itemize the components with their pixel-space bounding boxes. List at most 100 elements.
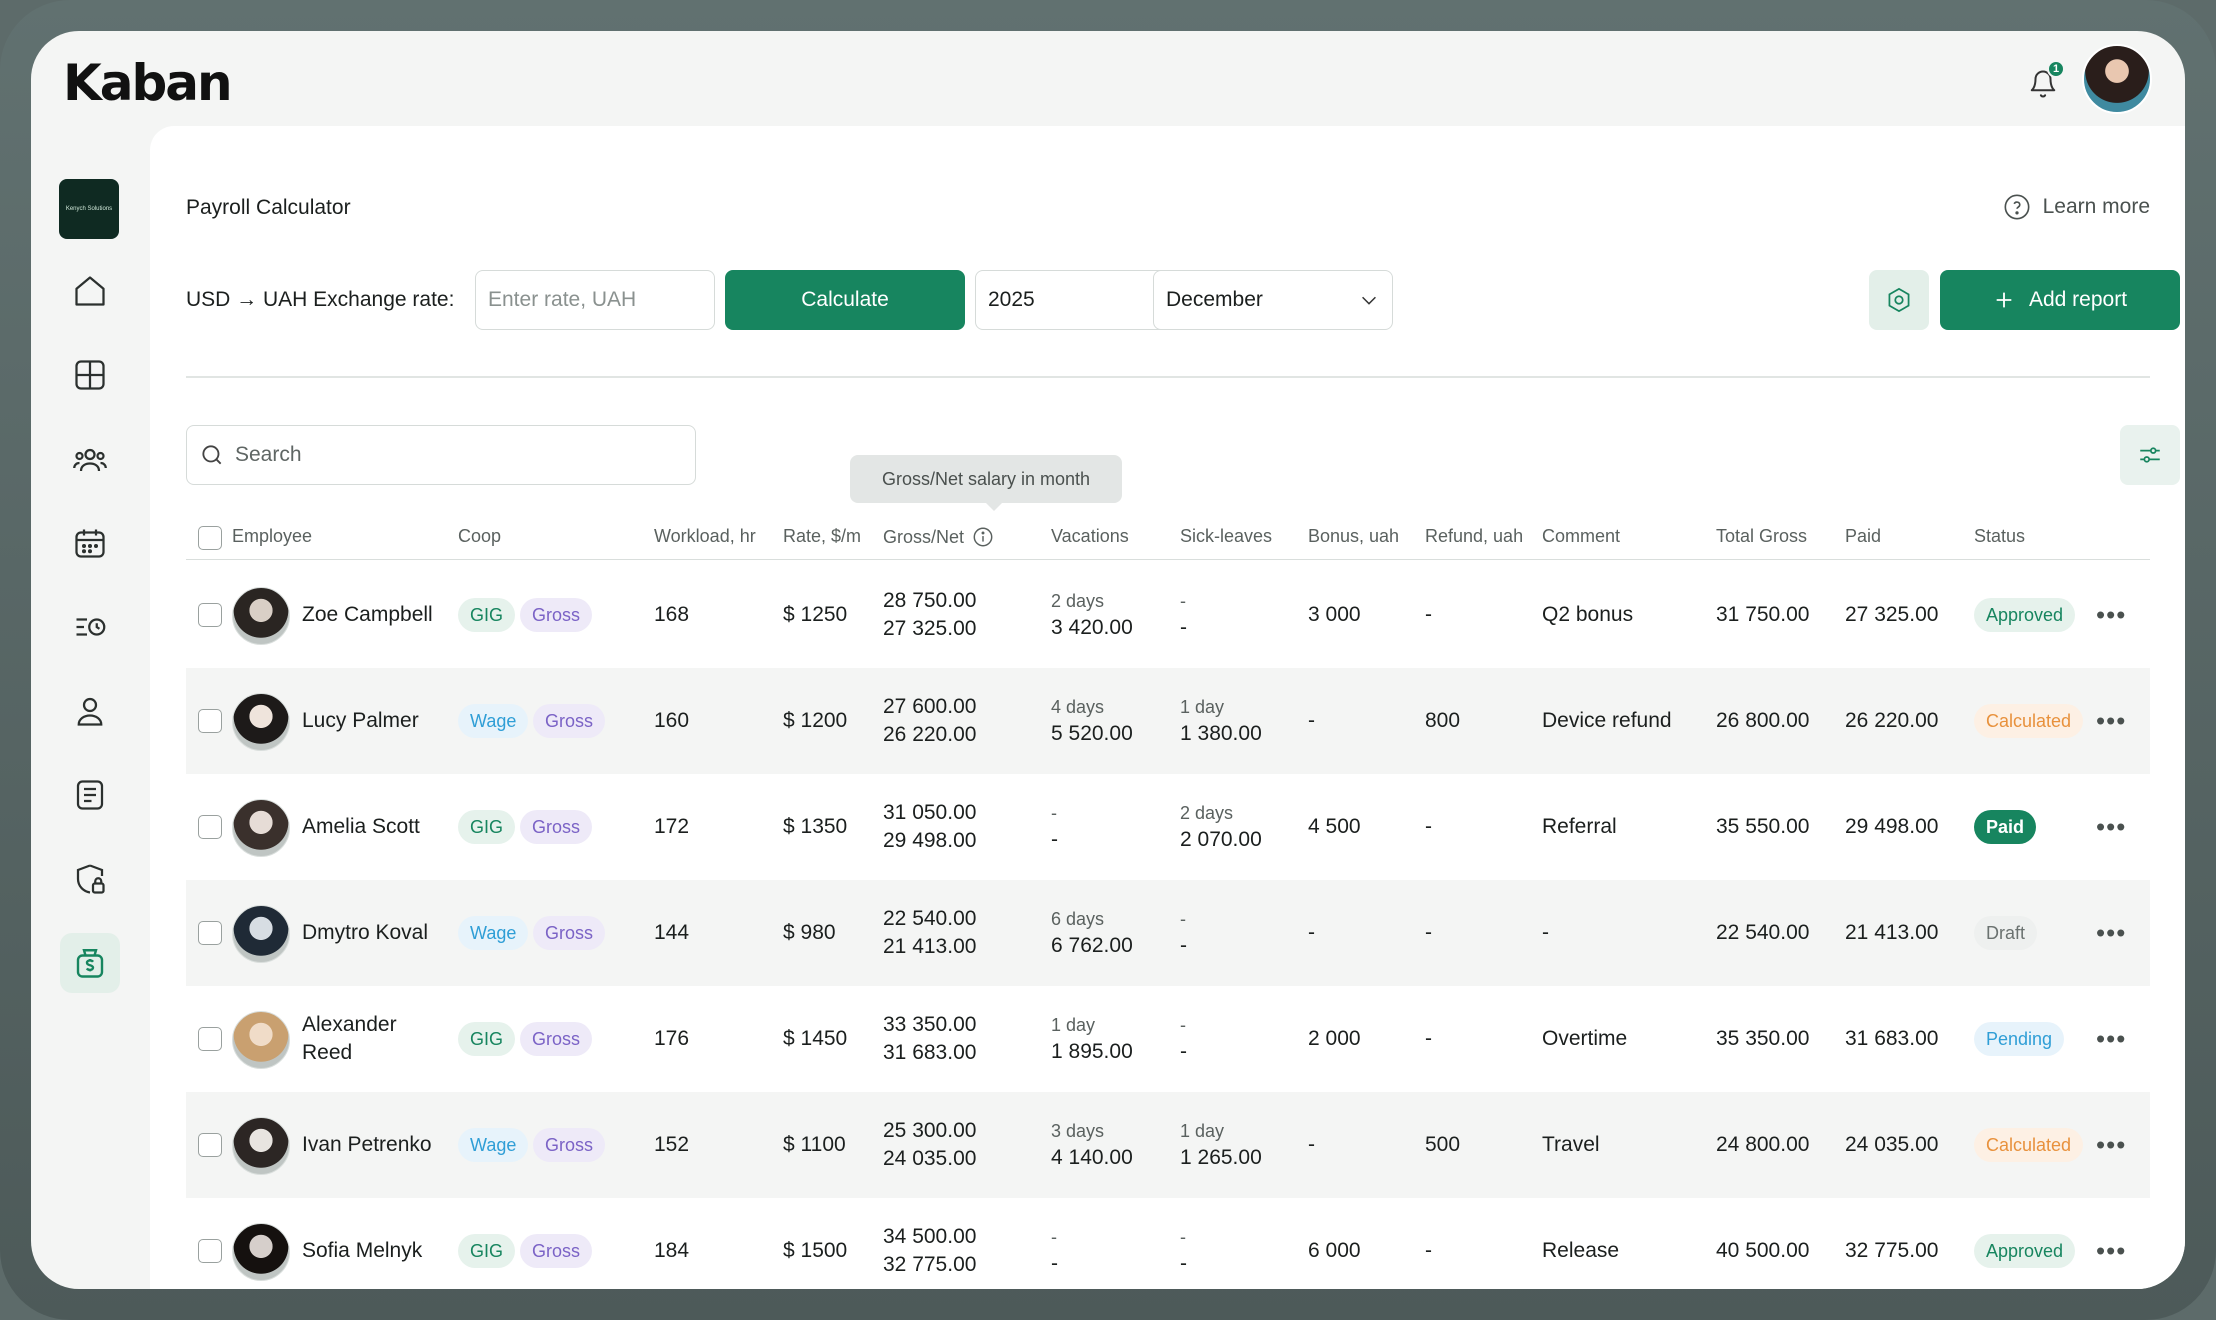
employee-name-line: Alexander xyxy=(302,1013,397,1036)
nav-home[interactable] xyxy=(60,261,120,321)
app-logo[interactable]: Kaban xyxy=(63,53,233,113)
bonus-cell: - xyxy=(1308,921,1315,944)
col-status[interactable]: Status xyxy=(1974,526,2025,547)
row-actions-button[interactable]: ••• xyxy=(2096,918,2126,949)
gross-net-cell: 25 300.00 24 035.00 xyxy=(883,1117,976,1173)
col-comment[interactable]: Comment xyxy=(1542,526,1620,547)
search-icon xyxy=(202,445,222,465)
year-select-value: 2025 xyxy=(988,288,1035,311)
gross-value: 22 540.00 xyxy=(883,907,977,930)
table-row[interactable]: Zoe Campbell GIG Gross 168 $ 1250 28 750.00 27… xyxy=(186,562,2150,668)
table-row[interactable]: Lucy Palmer Wage Gross 160 $ 1200 27 600.00 26… xyxy=(186,668,2150,774)
employee-avatar xyxy=(232,1117,290,1175)
comment-cell: Q2 bonus xyxy=(1542,603,1634,626)
bonus-cell: - xyxy=(1308,709,1315,732)
exchange-rate-input[interactable] xyxy=(475,270,715,330)
employee-name[interactable]: Lucy Palmer xyxy=(302,707,419,735)
table-row[interactable]: Dmytro Koval Wage Gross 144 $ 980 22 540.00 21… xyxy=(186,880,2150,986)
col-workload[interactable]: Workload, hr xyxy=(654,526,756,547)
col-gross-net[interactable]: Gross/Net xyxy=(883,526,994,548)
col-sick-leaves[interactable]: Sick-leaves xyxy=(1180,526,1272,547)
sick-amount: 1 265.00 xyxy=(1180,1146,1262,1169)
user-avatar[interactable] xyxy=(2082,44,2152,114)
row-checkbox[interactable] xyxy=(198,1133,222,1157)
vacation-amount: - xyxy=(1051,1252,1058,1275)
app-screen: Kaban 1 Kenych Solutions Payroll Calcula… xyxy=(31,31,2185,1289)
employee-name[interactable]: Amelia Scott xyxy=(302,813,420,841)
nav-time-tracking[interactable] xyxy=(60,597,120,657)
nav-documents[interactable] xyxy=(60,765,120,825)
nav-calendar[interactable] xyxy=(60,513,120,573)
nav-dashboard[interactable] xyxy=(60,345,120,405)
sick-amount: - xyxy=(1180,1040,1187,1063)
main-panel: Payroll Calculator Learn more USD → UAH … xyxy=(150,126,2185,1289)
workload-cell: 184 xyxy=(654,1239,690,1262)
paid-cell: 32 775.00 xyxy=(1845,1239,1939,1262)
notifications-button[interactable]: 1 xyxy=(2015,56,2071,112)
col-rate[interactable]: Rate, $/m xyxy=(783,526,861,547)
more-dots-icon: ••• xyxy=(2096,917,2127,948)
nav-profile[interactable] xyxy=(60,681,120,741)
search-input[interactable] xyxy=(235,443,675,467)
row-actions-button[interactable]: ••• xyxy=(2096,1130,2126,1161)
col-paid[interactable]: Paid xyxy=(1845,526,1881,547)
employee-name[interactable]: Sofia Melnyk xyxy=(302,1237,422,1265)
col-coop[interactable]: Coop xyxy=(458,526,501,547)
info-icon[interactable] xyxy=(972,526,994,548)
rate-cell: $ 980 xyxy=(783,921,836,944)
sick-days: - xyxy=(1180,1015,1186,1035)
row-actions-button[interactable]: ••• xyxy=(2096,1024,2126,1055)
filter-button[interactable] xyxy=(2120,425,2180,485)
month-select[interactable]: December xyxy=(1153,270,1393,330)
gross-net-cell: 28 750.00 27 325.00 xyxy=(883,587,976,643)
nav-team[interactable] xyxy=(60,429,120,489)
table-row[interactable]: Alexander Reed GIG Gross 176 $ 1450 33 350.00 3… xyxy=(186,986,2150,1092)
gross-value: 31 050.00 xyxy=(883,801,977,824)
settings-button[interactable] xyxy=(1869,270,1929,330)
total-gross-cell: 40 500.00 xyxy=(1716,1239,1810,1262)
employee-name[interactable]: Dmytro Koval xyxy=(302,919,428,947)
row-actions-button[interactable]: ••• xyxy=(2096,812,2126,843)
row-actions-button[interactable]: ••• xyxy=(2096,706,2126,737)
nav-security[interactable] xyxy=(60,849,120,909)
employee-name[interactable]: Zoe Campbell xyxy=(302,601,433,629)
table-row[interactable]: Sofia Melnyk GIG Gross 184 $ 1500 34 500.00 32… xyxy=(186,1198,2150,1289)
table-row[interactable]: Amelia Scott GIG Gross 172 $ 1350 31 050.00 29… xyxy=(186,774,2150,880)
add-report-button[interactable]: Add report xyxy=(1940,270,2180,330)
col-total-gross[interactable]: Total Gross xyxy=(1716,526,1807,547)
search-box[interactable] xyxy=(186,425,696,485)
sick-leaves-cell: -- xyxy=(1180,1224,1187,1278)
col-vacations[interactable]: Vacations xyxy=(1051,526,1129,547)
col-refund[interactable]: Refund, uah xyxy=(1425,526,1523,547)
paid-cell: 29 498.00 xyxy=(1845,815,1939,838)
col-bonus[interactable]: Bonus, uah xyxy=(1308,526,1399,547)
exchange-rate-label-text: USD → UAH Exchange rate: xyxy=(186,288,455,311)
add-report-label: Add report xyxy=(2028,288,2128,311)
employee-name[interactable]: Alexander Reed xyxy=(302,1011,397,1067)
rate-cell: $ 1250 xyxy=(783,603,848,626)
row-checkbox[interactable] xyxy=(198,921,222,945)
row-checkbox[interactable] xyxy=(198,603,222,627)
net-value: 31 683.00 xyxy=(883,1041,977,1064)
learn-more-link[interactable]: Learn more xyxy=(2003,193,2150,221)
row-checkbox[interactable] xyxy=(198,709,222,733)
total-gross-cell: 26 800.00 xyxy=(1716,709,1810,732)
row-actions-button[interactable]: ••• xyxy=(2096,1236,2126,1267)
net-value: 29 498.00 xyxy=(883,829,977,852)
table-row[interactable]: Ivan Petrenko Wage Gross 152 $ 1100 25 300.00… xyxy=(186,1092,2150,1198)
company-logo[interactable]: Kenych Solutions xyxy=(59,179,119,239)
workload-cell: 168 xyxy=(654,603,690,626)
row-actions-button[interactable]: ••• xyxy=(2096,600,2126,631)
employee-avatar xyxy=(232,799,290,857)
nav-payroll[interactable] xyxy=(60,933,120,993)
col-employee[interactable]: Employee xyxy=(232,526,312,547)
calculate-button[interactable]: Calculate xyxy=(725,270,965,330)
bonus-cell: 6 000 xyxy=(1308,1239,1361,1262)
row-checkbox[interactable] xyxy=(198,1239,222,1263)
employee-name[interactable]: Ivan Petrenko xyxy=(302,1131,432,1159)
employee-avatar xyxy=(232,1011,290,1069)
bonus-cell: - xyxy=(1308,1133,1315,1156)
select-all-checkbox[interactable] xyxy=(198,526,222,550)
row-checkbox[interactable] xyxy=(198,1027,222,1051)
row-checkbox[interactable] xyxy=(198,815,222,839)
